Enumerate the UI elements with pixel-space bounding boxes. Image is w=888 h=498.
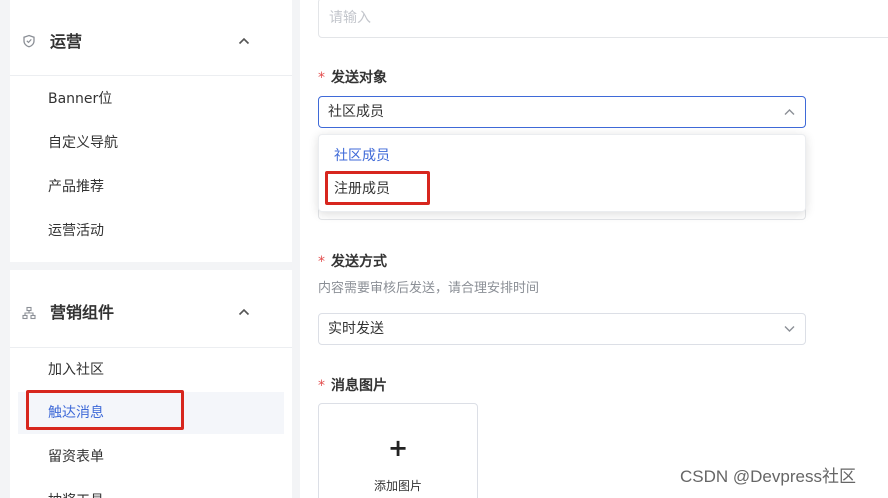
required-mark: *	[318, 378, 325, 394]
target-label: * 发送对象	[318, 68, 387, 88]
sidebar-item-reach-message[interactable]: 触达消息	[18, 392, 284, 434]
text-input-container	[318, 0, 888, 38]
chevron-up-icon	[784, 109, 795, 115]
watermark: CSDN @Devpress社区	[680, 467, 856, 486]
chevron-down-icon	[784, 326, 795, 332]
sidebar-group-title: 营销组件	[50, 303, 115, 322]
sidebar-group-marketing: 营销组件 加入社区 触达消息 留资表单 抽奖工具	[10, 270, 292, 498]
target-select-value: 社区成员	[328, 104, 384, 120]
required-mark: *	[318, 254, 325, 270]
sidebar: 运营 Banner位 自定义导航 产品推荐 运营活动 营销组件 加入社区 触达消…	[0, 0, 300, 498]
text-input[interactable]	[319, 0, 888, 37]
dropdown-option-registered-member[interactable]: 注册成员	[319, 173, 805, 205]
main-form: * 发送对象 社区成员 社区成员 注册成员 * 发送方式 内容需要审核后发送，请合理…	[300, 0, 888, 498]
send-method-select[interactable]: 实时发送	[318, 313, 806, 345]
sidebar-group-operations: 运营 Banner位 自定义导航 产品推荐 运营活动	[10, 0, 292, 262]
sidebar-item-lottery-tool[interactable]: 抽奖工具	[18, 480, 284, 498]
target-label-text: 发送对象	[331, 70, 387, 86]
required-mark: *	[318, 70, 325, 86]
sidebar-group-title: 运营	[50, 32, 83, 51]
chevron-up-icon[interactable]	[238, 307, 250, 317]
send-method-label: * 发送方式	[318, 252, 387, 272]
image-upload-box[interactable]: + 添加图片	[318, 403, 478, 498]
app-root: 运营 Banner位 自定义导航 产品推荐 运营活动 营销组件 加入社区 触达消…	[0, 0, 888, 498]
sidebar-item-join-community[interactable]: 加入社区	[18, 349, 284, 391]
image-label: * 消息图片	[318, 376, 387, 396]
image-label-text: 消息图片	[331, 378, 387, 394]
sidebar-group-header-operations[interactable]: 运营	[10, 0, 292, 76]
sidebar-item-lead-form[interactable]: 留资表单	[18, 436, 284, 478]
upload-label: 添加图片	[373, 479, 422, 493]
sidebar-item-custom-nav[interactable]: 自定义导航	[18, 122, 284, 164]
shield-icon	[23, 34, 35, 48]
sidebar-item-product-recommend[interactable]: 产品推荐	[18, 166, 284, 208]
dropdown-option-community-member[interactable]: 社区成员	[319, 140, 805, 172]
org-chart-icon	[22, 306, 36, 320]
plus-icon: +	[387, 434, 409, 462]
send-method-label-text: 发送方式	[331, 254, 387, 270]
sidebar-item-ops-activity[interactable]: 运营活动	[18, 210, 284, 252]
target-select[interactable]: 社区成员	[318, 96, 806, 128]
sidebar-item-banner[interactable]: Banner位	[18, 78, 284, 120]
chevron-up-icon[interactable]	[238, 36, 250, 46]
send-method-select-value: 实时发送	[328, 321, 384, 337]
sidebar-group-header-marketing[interactable]: 营销组件	[10, 270, 292, 348]
send-method-hint: 内容需要审核后发送，请合理安排时间	[318, 281, 540, 296]
target-dropdown: 社区成员 注册成员	[318, 134, 806, 212]
